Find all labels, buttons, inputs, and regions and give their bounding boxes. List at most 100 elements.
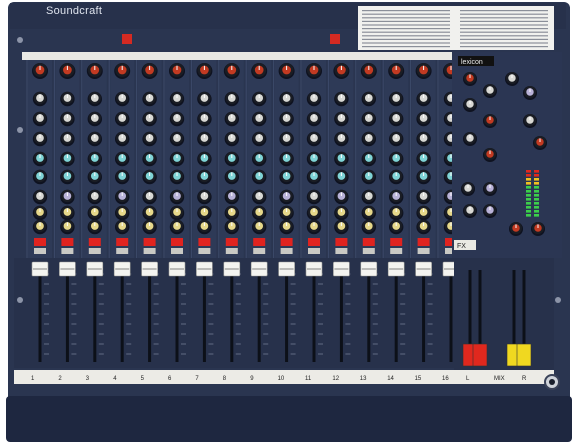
pfl-button[interactable]	[116, 248, 129, 254]
fx-list-line	[460, 38, 548, 40]
master-label: R	[522, 376, 527, 382]
mute-button[interactable]	[362, 238, 375, 246]
level-meter-led	[526, 178, 531, 181]
fader-slot	[148, 270, 152, 362]
mute-button[interactable]	[308, 238, 320, 246]
fader-slot	[38, 270, 42, 362]
mute-button[interactable]	[34, 238, 46, 246]
mute-button[interactable]	[198, 238, 211, 246]
level-meter-led	[526, 190, 531, 193]
channel-number: 15	[415, 376, 422, 382]
fx-list-line	[460, 20, 548, 22]
channel-number: 16	[442, 376, 449, 382]
mute-button[interactable]	[88, 238, 101, 246]
level-meter-led	[534, 186, 539, 189]
rack-screw	[555, 297, 561, 303]
fx-list-line	[362, 28, 450, 30]
fader-slot	[339, 270, 343, 362]
level-meter-led	[526, 202, 531, 205]
fader-slot	[394, 270, 398, 362]
pfl-button[interactable]	[88, 248, 101, 254]
level-meter-led	[534, 170, 539, 173]
fx-list-line	[460, 31, 548, 33]
fx-list-line	[362, 35, 450, 37]
mute-button[interactable]	[280, 238, 293, 246]
fader-slot	[285, 270, 289, 362]
fx-list-line	[460, 17, 548, 19]
fx-list-line	[362, 42, 450, 44]
level-meter-led	[534, 190, 539, 193]
level-meter-led	[526, 198, 531, 201]
pfl-button[interactable]	[280, 248, 293, 254]
master-section: lexiconFXL MIX R	[452, 52, 562, 384]
pfl-button[interactable]	[34, 248, 46, 254]
top-switch-right[interactable]	[330, 34, 340, 44]
fx-list-line	[460, 10, 548, 12]
fx-list-line	[362, 13, 450, 15]
rack-screw	[17, 37, 23, 43]
channel-number-strip: 1 2 3 4 5 6 7 8 9 10 11 12 13 14 15 16	[14, 370, 454, 384]
level-meter-led	[534, 182, 539, 185]
channel-number: 10	[278, 376, 285, 382]
fader-slot	[422, 270, 426, 362]
fader-slot	[449, 270, 453, 362]
fx-list-line	[460, 13, 548, 15]
fx-brand-label: lexicon	[461, 59, 483, 66]
level-meter-led	[526, 174, 531, 177]
channel-strips	[22, 52, 463, 258]
fx-list-line	[460, 35, 548, 37]
mute-button[interactable]	[143, 238, 156, 246]
fader-slot	[65, 270, 69, 362]
pfl-button[interactable]	[225, 248, 238, 254]
pfl-button[interactable]	[198, 248, 211, 254]
pfl-button[interactable]	[335, 248, 348, 254]
fader-slot	[230, 270, 234, 362]
pfl-button[interactable]	[171, 248, 183, 254]
fx-list-line	[362, 31, 450, 33]
fader-slot	[175, 270, 179, 362]
rack-screw	[17, 127, 23, 133]
fx-list-line	[460, 28, 548, 30]
mute-button[interactable]	[225, 238, 238, 246]
fx-list-line	[362, 24, 450, 26]
mute-button[interactable]	[335, 238, 348, 246]
pfl-button[interactable]	[390, 248, 403, 254]
level-meter-led	[534, 194, 539, 197]
fx-list-line	[362, 17, 450, 19]
top-switch-left[interactable]	[122, 34, 132, 44]
master-fader[interactable]	[516, 343, 532, 367]
pfl-button[interactable]	[308, 248, 320, 254]
level-meter-led	[526, 210, 531, 213]
mute-button[interactable]	[171, 238, 183, 246]
fader-slot	[257, 270, 261, 362]
master-label: MIX	[494, 376, 505, 382]
mute-button[interactable]	[253, 238, 266, 246]
fader-slot	[120, 270, 124, 362]
pfl-button[interactable]	[417, 248, 430, 254]
pfl-button[interactable]	[362, 248, 375, 254]
fx-list-line	[460, 46, 548, 48]
fader-bank	[14, 258, 460, 368]
level-meter-led	[526, 194, 531, 197]
pfl-button[interactable]	[253, 248, 266, 254]
fader-slot	[93, 270, 97, 362]
level-meter-led	[526, 182, 531, 185]
level-meter-led	[534, 198, 539, 201]
channel-number: 12	[332, 376, 339, 382]
fader-slot	[202, 270, 206, 362]
level-meter-led	[526, 214, 531, 217]
mute-button[interactable]	[116, 238, 129, 246]
pfl-button[interactable]	[143, 248, 156, 254]
mute-button[interactable]	[390, 238, 403, 246]
fx-panel-label: FX	[457, 243, 466, 250]
pfl-button[interactable]	[61, 248, 74, 254]
channel-number: 11	[305, 376, 312, 382]
console-front-lip	[6, 396, 572, 442]
level-meter-led	[526, 186, 531, 189]
mute-button[interactable]	[61, 238, 74, 246]
mix-fader[interactable]	[472, 343, 488, 367]
fx-list-line	[460, 24, 548, 26]
level-meter-led	[534, 210, 539, 213]
mute-button[interactable]	[417, 238, 430, 246]
level-meter-led	[534, 202, 539, 205]
